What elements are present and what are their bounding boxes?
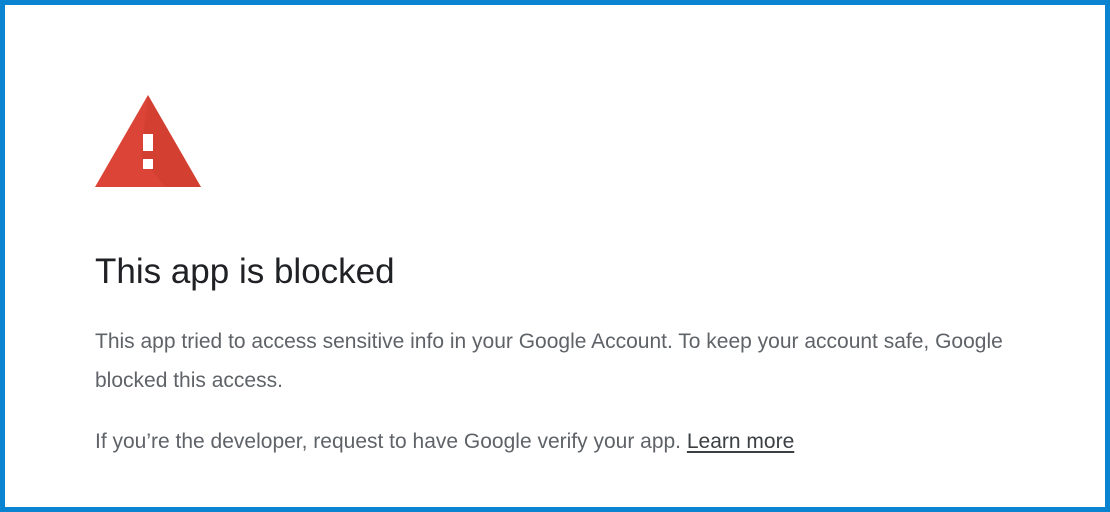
developer-note-text: If you’re the developer, request to have… [95,430,682,453]
developer-note: If you’re the developer, request to have… [95,422,794,461]
learn-more-link[interactable]: Learn more [687,430,794,453]
page-title: This app is blocked [95,252,395,291]
blocked-message: This app tried to access sensitive info … [95,330,1003,392]
blocked-app-dialog: This app is blocked This app tried to ac… [0,0,1110,512]
warning-triangle-icon [95,95,201,187]
